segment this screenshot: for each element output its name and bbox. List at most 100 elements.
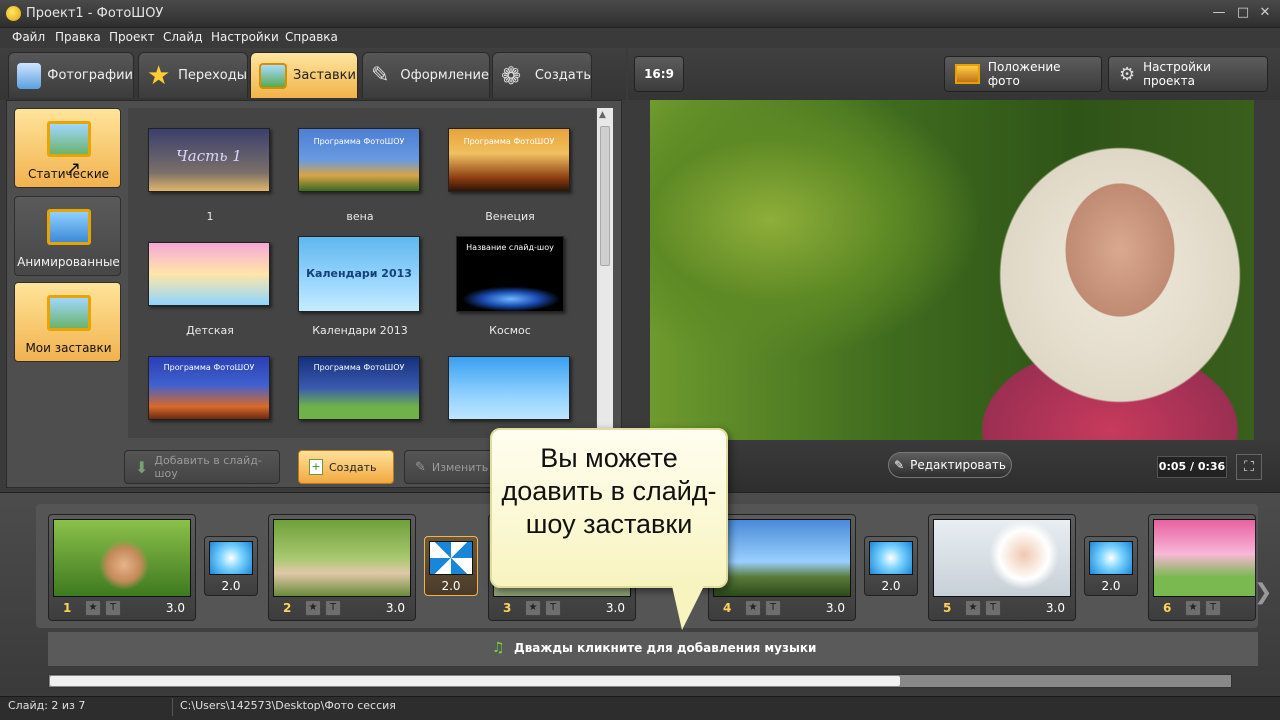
tab-design[interactable]: ✎ Оформление	[362, 52, 490, 98]
slide-duration: 3.0	[385, 601, 405, 615]
close-icon[interactable]: ✕	[1256, 5, 1274, 21]
text-icon[interactable]: T	[765, 600, 781, 616]
tab-label: Заставки	[293, 68, 356, 83]
text-icon[interactable]: T	[985, 600, 1001, 616]
timeline-slide[interactable]: 6 ★ T	[1148, 514, 1256, 621]
slide-duration: 3.0	[165, 601, 185, 615]
scrollbar-thumb[interactable]	[600, 126, 610, 266]
menu-settings[interactable]: Настройки	[211, 30, 279, 44]
tab-label: Создать	[534, 68, 591, 83]
project-settings-button[interactable]: ⚙ Настройки проекта	[1108, 56, 1268, 92]
tab-transitions[interactable]: ★ Переходы	[138, 52, 248, 98]
template-caption: Программа ФотоШОУ	[313, 137, 405, 146]
template-caption: Программа ФотоШОУ	[313, 363, 405, 372]
maximize-icon[interactable]: □	[1234, 5, 1252, 21]
transition-duration: 2.0	[1101, 579, 1121, 593]
template-thumb[interactable]: Календари 2013	[298, 236, 420, 312]
template-label: 1	[206, 210, 214, 223]
star-icon[interactable]: ★	[965, 600, 981, 616]
button-label: Настройки проекта	[1143, 60, 1211, 88]
slide-number: 1	[63, 601, 72, 615]
category-label: Мои заставки	[25, 341, 112, 355]
template-thumb[interactable]	[448, 356, 570, 420]
tab-photos[interactable]: Фотографии	[8, 52, 134, 98]
template-thumb[interactable]: Часть 1	[148, 128, 270, 192]
template-label: Космос	[489, 324, 531, 337]
photo-position-button[interactable]: Положение фото	[944, 56, 1102, 92]
minimize-icon[interactable]: —	[1210, 5, 1228, 21]
template-thumb[interactable]	[148, 242, 270, 306]
star-icon[interactable]: ★	[305, 600, 321, 616]
slide-duration: 3.0	[1045, 601, 1065, 615]
template-thumb[interactable]: Программа ФотоШОУ	[298, 356, 420, 420]
aspect-ratio-button[interactable]: 16:9	[634, 56, 684, 92]
scrollbar-thumb[interactable]	[50, 676, 900, 686]
tab-label: Переходы	[178, 68, 247, 83]
down-arrow-icon: ⬇	[135, 457, 149, 477]
template-thumb[interactable]: Программа ФотоШОУ	[448, 128, 570, 192]
star-icon[interactable]: ★	[745, 600, 761, 616]
template-thumb[interactable]: Название слайд-шоу	[456, 236, 564, 312]
template-label: Детская	[186, 324, 234, 337]
film-reel-icon: ❁	[501, 61, 522, 90]
star-icon[interactable]: ★	[525, 600, 541, 616]
template-thumb[interactable]: Программа ФотоШОУ	[148, 356, 270, 420]
scroll-up-icon[interactable]: ▲	[599, 110, 606, 120]
status-divider	[172, 698, 173, 716]
menu-help[interactable]: Справка	[285, 30, 338, 44]
add-to-slideshow-button[interactable]: ⬇ Добавить в слайд-шоу	[124, 450, 280, 484]
project-path: C:\Users\142573\Desktop\Фото сессия	[180, 699, 396, 712]
menu-slide[interactable]: Слайд	[163, 30, 203, 44]
slide-duration: 3.0	[605, 601, 625, 615]
timeline-transition[interactable]: 2.0	[1084, 536, 1138, 596]
slide-counter: Слайд: 2 из 7	[8, 699, 86, 712]
tab-create[interactable]: ❁ Создать	[492, 52, 592, 98]
create-intro-button[interactable]: + Создать	[298, 450, 394, 484]
music-hint: Дважды кликните для добавления музыки	[514, 641, 817, 655]
timeline-slide[interactable]: 2 ★ T 3.0	[268, 514, 416, 621]
timeline-transition-selected[interactable]: 2.0	[424, 536, 478, 596]
pencil-picture-icon	[47, 295, 91, 331]
menu-project[interactable]: Проект	[109, 30, 155, 44]
template-caption: Программа ФотоШОУ	[163, 363, 255, 372]
timeline-slide[interactable]: 5 ★ T 3.0	[928, 514, 1076, 621]
edit-slide-button[interactable]: ✎ Редактировать	[888, 452, 1012, 478]
button-label: Создать	[329, 460, 377, 474]
star-icon[interactable]: ★	[85, 600, 101, 616]
slide-number: 4	[723, 601, 732, 615]
add-page-icon: +	[309, 459, 323, 475]
chevron-right-icon[interactable]: ❯	[1254, 580, 1272, 605]
window-title: Проект1 - ФотоШОУ	[26, 6, 164, 21]
title-bar	[0, 0, 1280, 28]
category-animated[interactable]: Анимированные	[14, 196, 121, 276]
button-label: Редактировать	[910, 458, 1006, 472]
timeline-slide[interactable]: 4 ★ T 3.0	[708, 514, 856, 621]
fullscreen-icon[interactable]: ⛶	[1236, 454, 1262, 480]
template-thumb[interactable]: Программа ФотоШОУ	[298, 128, 420, 192]
timeline-slide[interactable]: 1 ★ T 3.0	[48, 514, 196, 621]
camera-icon	[17, 62, 42, 89]
button-label: Положение фото	[987, 60, 1061, 88]
menu-file[interactable]: Файл	[12, 30, 45, 44]
callout-pointer	[672, 586, 704, 630]
timeline-transition[interactable]: 2.0	[864, 536, 918, 596]
star-icon[interactable]: ★	[1185, 600, 1201, 616]
text-icon[interactable]: T	[1205, 600, 1221, 616]
slide-number: 3	[503, 601, 512, 615]
template-caption: Название слайд-шоу	[466, 243, 554, 252]
text-icon[interactable]: T	[325, 600, 341, 616]
transition-duration: 2.0	[221, 579, 241, 593]
picture-icon	[259, 62, 287, 89]
slide-duration: 3.0	[825, 601, 845, 615]
mouse-cursor-icon: ↗	[66, 158, 82, 179]
timeline-transition[interactable]: 2.0	[204, 536, 258, 596]
text-icon[interactable]: T	[545, 600, 561, 616]
playback-time: 0:05 / 0:36	[1157, 456, 1227, 478]
text-icon[interactable]: T	[105, 600, 121, 616]
edit-intro-button[interactable]: ✎ Изменить	[404, 450, 494, 484]
button-label: Добавить в слайд-шоу	[154, 454, 262, 480]
tab-intros[interactable]: Заставки	[250, 52, 358, 98]
menu-edit[interactable]: Правка	[55, 30, 101, 44]
template-label: Венеция	[485, 210, 535, 223]
category-my-intros[interactable]: Мои заставки	[14, 282, 121, 362]
